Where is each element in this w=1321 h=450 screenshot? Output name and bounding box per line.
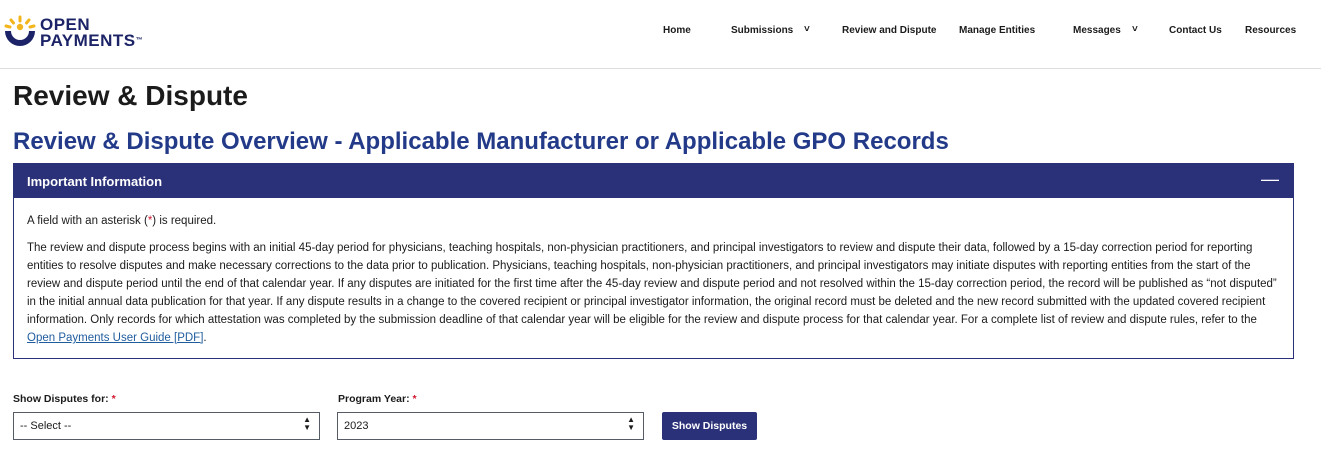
messages-chevron-down-icon[interactable]: ˅ <box>1132 24 1138 35</box>
logo-line-2: PAYMENTS <box>40 31 136 50</box>
arrow-down-glyph: ▼ <box>303 423 311 432</box>
program-year-label: Program Year: * <box>338 393 417 405</box>
arrow-down-glyph: ▼ <box>627 423 635 432</box>
section-title: Review & Dispute Overview - Applicable M… <box>13 128 949 155</box>
select-updown-icon: ▲ ▼ <box>303 416 311 432</box>
program-year-value: 2023 <box>344 420 369 432</box>
required-field-note: A field with an asterisk (*) is required… <box>27 212 1277 230</box>
sunrise-logo-icon <box>4 15 36 46</box>
show-disputes-for-label-text: Show Disputes for: <box>13 393 109 405</box>
show-disputes-button[interactable]: Show Disputes <box>662 412 757 440</box>
nav-resources[interactable]: Resources <box>1245 25 1296 36</box>
panel-title: Important Information <box>27 174 163 189</box>
open-payments-logo[interactable]: OPEN PAYMENTS™ <box>2 14 144 54</box>
nav-submissions[interactable]: Submissions <box>731 25 793 36</box>
logo-trademark: ™ <box>135 37 144 44</box>
site-header: OPEN PAYMENTS™ Home Submissions ˅ Review… <box>0 0 1321 69</box>
show-disputes-for-required: * <box>111 393 116 405</box>
nav-home[interactable]: Home <box>663 25 691 36</box>
nav-messages[interactable]: Messages <box>1073 25 1121 36</box>
nav-manage-entities[interactable]: Manage Entities <box>959 25 1035 36</box>
description-text: The review and dispute process begins wi… <box>27 242 1277 326</box>
show-disputes-for-label: Show Disputes for: * <box>13 393 116 405</box>
required-note-end: ) is required. <box>152 215 217 227</box>
page-title: Review & Dispute <box>13 80 248 111</box>
nav-review-and-dispute[interactable]: Review and Dispute <box>842 25 936 36</box>
nav-contact-us[interactable]: Contact Us <box>1169 25 1222 36</box>
show-disputes-for-select[interactable]: -- Select -- ▲ ▼ <box>13 412 320 440</box>
collapse-minus-icon[interactable]: — <box>1261 169 1279 189</box>
logo-wordmark: OPEN PAYMENTS™ <box>40 16 144 50</box>
panel-body: A field with an asterisk (*) is required… <box>27 212 1277 347</box>
user-guide-pdf-link[interactable]: Open Payments User Guide [PDF] <box>27 332 203 344</box>
submissions-chevron-down-icon[interactable]: ˅ <box>804 24 810 35</box>
panel-header[interactable]: Important Information — <box>14 164 1293 198</box>
select-updown-icon: ▲ ▼ <box>627 416 635 432</box>
description-end: . <box>203 332 207 344</box>
important-information-panel: Important Information — A field with an … <box>13 163 1294 359</box>
review-dispute-description: The review and dispute process begins wi… <box>27 239 1277 347</box>
program-year-required: * <box>412 393 417 405</box>
program-year-label-text: Program Year: <box>338 393 410 405</box>
program-year-select[interactable]: 2023 ▲ ▼ <box>337 412 644 440</box>
show-disputes-for-value: -- Select -- <box>20 420 72 432</box>
required-note-start: A field with an asterisk ( <box>27 215 148 227</box>
